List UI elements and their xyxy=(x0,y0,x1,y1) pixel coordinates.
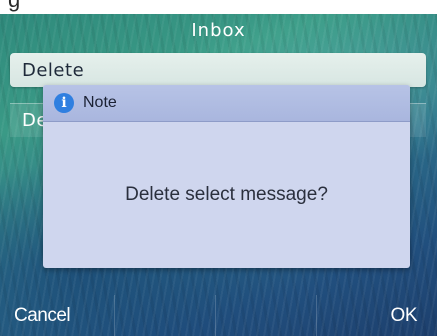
note-dialog: i Note Delete select message? xyxy=(43,85,410,268)
softkey-3[interactable] xyxy=(216,295,317,336)
dialog-title: Note xyxy=(83,94,117,111)
dialog-header: i Note xyxy=(43,85,410,122)
phone-screen: Inbox Delete De i Note Delete select mes… xyxy=(0,14,437,336)
list-item-delete[interactable]: Delete xyxy=(10,53,426,87)
dialog-message: Delete select message? xyxy=(125,183,328,205)
top-strip-text: g xyxy=(8,0,20,13)
screen-title: Inbox xyxy=(191,19,246,41)
top-strip: g xyxy=(0,0,437,14)
info-icon: i xyxy=(54,93,74,113)
softkey-bar: Cancel OK xyxy=(0,295,437,336)
softkey-2[interactable] xyxy=(115,295,216,336)
cancel-softkey[interactable]: Cancel xyxy=(0,295,115,336)
ok-softkey[interactable]: OK xyxy=(317,295,437,336)
